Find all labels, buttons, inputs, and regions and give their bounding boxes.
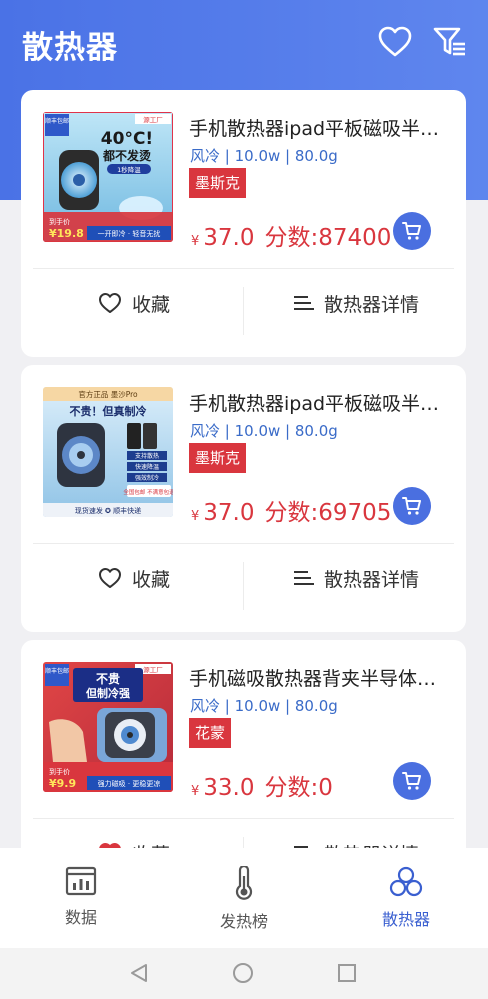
tab-heat-ranking[interactable]: 发热榜 xyxy=(194,866,294,932)
currency-symbol: ¥ xyxy=(191,784,200,799)
fan-icon xyxy=(389,866,423,897)
product-specs: 风冷 | 10.0w | 80.0g xyxy=(190,147,338,165)
price-row: ¥33.0 分数:0 xyxy=(191,768,333,802)
divider xyxy=(33,543,454,544)
thumb-price: ¥9.9 xyxy=(49,777,76,790)
product-name[interactable]: 手机散热器ipad平板磁吸半… xyxy=(189,114,451,141)
heart-outline-icon xyxy=(99,568,121,588)
tab-label: 散热器 xyxy=(381,910,430,929)
product-price: 33.0 xyxy=(203,775,255,801)
currency-symbol: ¥ xyxy=(191,509,200,524)
thumb-badge: 顺丰包邮 xyxy=(45,667,69,675)
product-image[interactable]: 顺丰包邮 源工厂 不贵 但制冷强 到手价 ¥9.9 强力磁吸 · 更稳更凉 xyxy=(43,662,173,792)
product-name[interactable]: 手机磁吸散热器背夹半导体… xyxy=(189,664,451,691)
product-price: 37.0 xyxy=(203,500,255,526)
product-card[interactable]: 官方正品 墨沙Pro 不贵！但真制冷 支持散热 快速降温 强效制冷 全国包邮 不… xyxy=(21,365,466,632)
thumb-headline: 40°C! xyxy=(101,129,153,149)
heart-outline-icon xyxy=(99,293,121,313)
thermometer-icon xyxy=(235,866,253,900)
thumb-subhead: 但制冷强 xyxy=(85,686,130,700)
tab-radiator[interactable]: 散热器 xyxy=(356,866,456,930)
product-score: 分数:87400 xyxy=(264,225,392,251)
add-to-cart-button[interactable] xyxy=(393,762,431,800)
detail-button[interactable]: 散热器详情 xyxy=(294,563,419,593)
recents-icon[interactable] xyxy=(336,962,358,984)
currency-symbol: ¥ xyxy=(191,234,200,249)
thumb-price: ¥19.8 xyxy=(49,227,84,240)
detail-label: 散热器详情 xyxy=(324,568,420,591)
brand-tag: 墨斯克 xyxy=(189,168,247,198)
svg-text:到手价: 到手价 xyxy=(49,767,70,776)
tab-label: 发热榜 xyxy=(219,912,268,931)
brand-tag: 墨斯克 xyxy=(189,443,247,473)
price-row: ¥37.0 分数:69705 xyxy=(191,493,391,527)
cart-icon xyxy=(402,222,421,240)
thumb-subhead: 都不发烫 xyxy=(102,148,152,163)
product-image[interactable]: 顺丰包邮 源工厂 40°C! 都不发烫 1秒降温 到手价 ¥19.8 一开即冷 … xyxy=(43,112,173,242)
add-to-cart-button[interactable] xyxy=(393,487,431,525)
product-card[interactable]: 顺丰包邮 源工厂 40°C! 都不发烫 1秒降温 到手价 ¥19.8 一开即冷 … xyxy=(21,90,466,357)
favorite-button[interactable]: 收藏 xyxy=(98,563,170,593)
tab-label: 数据 xyxy=(64,908,97,927)
thumb-footer: 一开即冷 · 轻音无扰 xyxy=(98,229,161,238)
cart-icon xyxy=(402,772,421,790)
thumb-corner: 源工厂 xyxy=(143,115,163,124)
heart-icon[interactable] xyxy=(377,24,413,60)
menu-lines-icon xyxy=(294,571,314,585)
divider xyxy=(33,268,454,269)
thumb-badge: 顺丰包邮 xyxy=(45,117,69,125)
detail-button[interactable]: 散热器详情 xyxy=(294,288,419,318)
filter-icon[interactable] xyxy=(432,24,468,60)
thumb-headline: 不贵 xyxy=(96,671,120,686)
price-row: ¥37.0 分数:87400 xyxy=(191,218,391,252)
thumb-top: 官方正品 墨沙Pro xyxy=(78,389,138,399)
thumb-corner: 源工厂 xyxy=(143,665,163,674)
thumb-feature: 支持散热 xyxy=(135,452,159,460)
bar-chart-icon xyxy=(65,866,97,896)
thumb-feature: 强效制冷 xyxy=(135,474,159,482)
divider xyxy=(33,818,454,819)
cart-icon xyxy=(402,497,421,515)
product-score: 分数:0 xyxy=(264,775,333,801)
home-icon[interactable] xyxy=(232,962,254,984)
divider xyxy=(243,562,244,610)
thumb-footer: 现货速发 ✪ 顺丰快递 xyxy=(75,506,141,515)
system-navigation-bar xyxy=(0,948,488,999)
detail-label: 散热器详情 xyxy=(324,293,420,316)
menu-lines-icon xyxy=(294,296,314,310)
product-specs: 风冷 | 10.0w | 80.0g xyxy=(190,697,338,715)
add-to-cart-button[interactable] xyxy=(393,212,431,250)
product-name[interactable]: 手机散热器ipad平板磁吸半… xyxy=(189,389,451,416)
divider xyxy=(243,287,244,335)
product-specs: 风冷 | 10.0w | 80.0g xyxy=(190,422,338,440)
tab-data[interactable]: 数据 xyxy=(31,866,131,928)
product-image[interactable]: 官方正品 墨沙Pro 不贵！但真制冷 支持散热 快速降温 强效制冷 全国包邮 不… xyxy=(43,387,173,517)
favorite-label: 收藏 xyxy=(132,293,171,316)
favorite-label: 收藏 xyxy=(132,568,171,591)
brand-tag: 花蒙 xyxy=(189,718,232,748)
product-score: 分数:69705 xyxy=(264,500,392,526)
product-price: 37.0 xyxy=(203,225,255,251)
page-title: 散热器 xyxy=(22,30,118,66)
thumb-feature: 快速降温 xyxy=(135,463,159,471)
favorite-button[interactable]: 收藏 xyxy=(98,288,170,318)
thumb-headline: 不贵！但真制冷 xyxy=(70,404,147,418)
thumb-footer: 强力磁吸 · 更稳更凉 xyxy=(98,779,161,788)
svg-text:到手价: 到手价 xyxy=(49,217,70,226)
bottom-tab-bar: 数据 发热榜 散热器 xyxy=(0,848,488,948)
thumb-stamp: 全国包邮 不满意包退 xyxy=(123,488,173,496)
thumb-note: 1秒降温 xyxy=(117,165,141,174)
back-icon[interactable] xyxy=(128,962,150,984)
